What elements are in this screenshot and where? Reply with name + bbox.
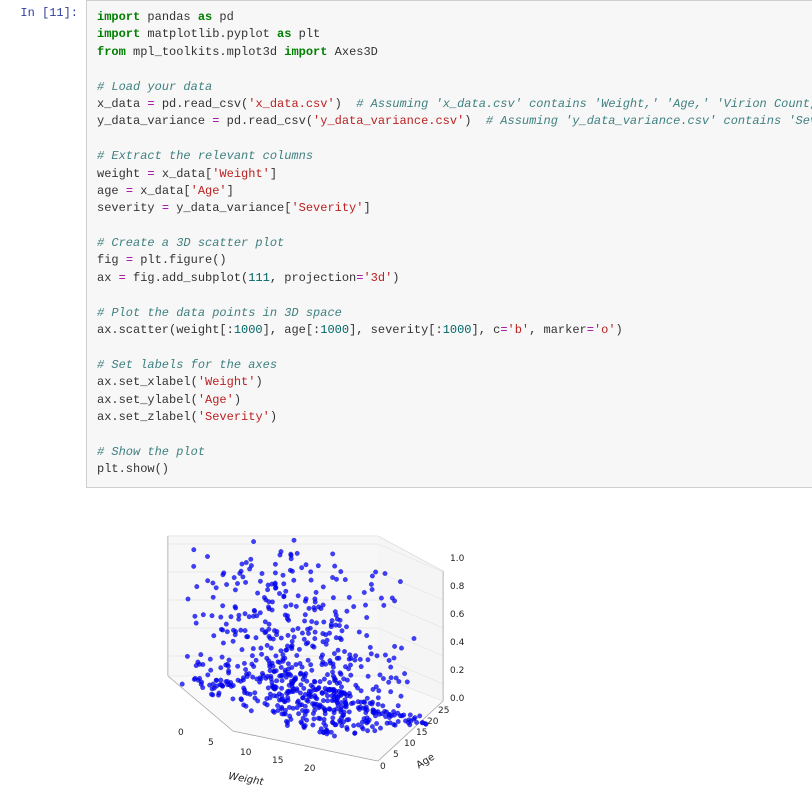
x-tick-0: 0 <box>178 728 184 738</box>
z-tick-0: 0.0 <box>450 694 464 704</box>
3d-scatter-plot: 0.0 0.2 0.4 0.6 0.8 1.0 0 5 10 15 20 25 … <box>98 506 488 786</box>
y-tick-0: 0 <box>380 762 386 772</box>
y-tick-1: 5 <box>393 750 399 760</box>
y-tick-3: 15 <box>416 728 427 738</box>
code-input-area[interactable]: import pandas as pd import matplotlib.py… <box>86 0 812 488</box>
code-block[interactable]: import pandas as pd import matplotlib.py… <box>97 9 812 479</box>
output-area: 0.0 0.2 0.4 0.6 0.8 1.0 0 5 10 15 20 25 … <box>86 498 812 786</box>
y-tick-4: 20 <box>427 717 438 727</box>
notebook-input-cell: In [11]: import pandas as pd import matp… <box>0 0 812 488</box>
input-prompt: In [11]: <box>0 0 86 488</box>
y-tick-5: 25 <box>438 706 449 716</box>
y-tick-2: 10 <box>404 739 415 749</box>
z-tick-4: 0.8 <box>450 582 464 592</box>
x-tick-3: 15 <box>272 756 283 766</box>
notebook-output-cell: 0.0 0.2 0.4 0.6 0.8 1.0 0 5 10 15 20 25 … <box>0 498 812 786</box>
z-tick-2: 0.4 <box>450 638 464 648</box>
z-tick-1: 0.2 <box>450 666 464 676</box>
plot-svg <box>98 506 488 786</box>
x-tick-4: 20 <box>304 764 315 774</box>
x-tick-2: 10 <box>240 748 251 758</box>
z-tick-5: 1.0 <box>450 554 464 564</box>
output-prompt <box>0 498 86 786</box>
z-tick-3: 0.6 <box>450 610 464 620</box>
x-tick-1: 5 <box>208 738 214 748</box>
